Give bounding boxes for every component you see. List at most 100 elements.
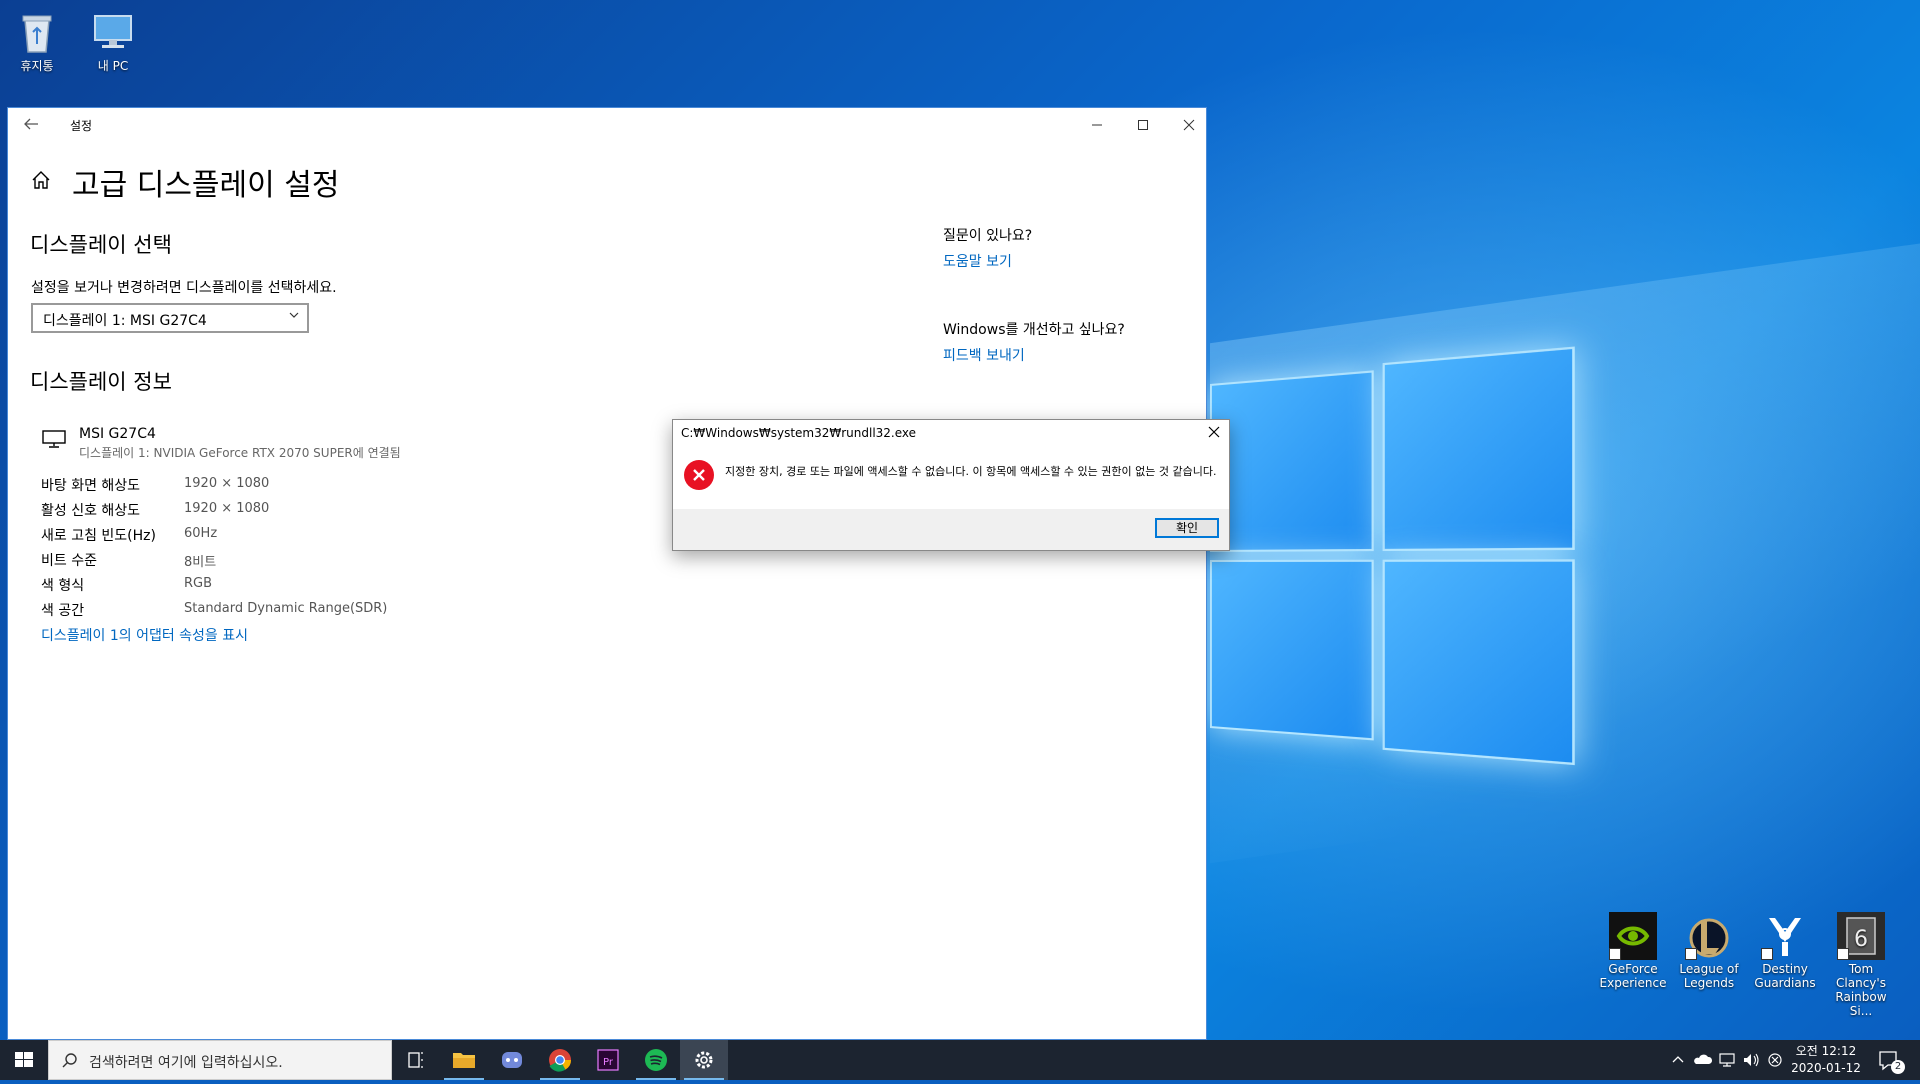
error-icon: [684, 460, 714, 490]
discord-icon: [502, 1052, 522, 1068]
game-label: Destiny Guardians: [1754, 962, 1816, 990]
maximize-button[interactable]: [1120, 108, 1166, 142]
rainbow-six-shortcut[interactable]: 6 Tom Clancy's Rainbow Si...: [1823, 912, 1899, 1018]
dialog-title: C:₩Windows₩system32₩rundll32.exe: [681, 426, 917, 440]
settings-window: 설정 고급 디스플레이 설정 디스플레이 선택 설정을 보거나 변경하려면 디스…: [7, 107, 1207, 1040]
taskbar-spotify[interactable]: [632, 1040, 680, 1080]
info-value: 1920 × 1080: [184, 476, 270, 491]
info-label: 새로 고침 빈도(Hz): [41, 528, 156, 544]
league-of-legends-shortcut[interactable]: League of Legends: [1671, 912, 1747, 990]
notification-icon: [1879, 1051, 1897, 1071]
minimize-button[interactable]: [1074, 108, 1120, 142]
svg-text:Pr: Pr: [603, 1057, 614, 1068]
display-dropdown-value: 디스플레이 1: MSI G27C4: [43, 313, 207, 329]
taskbar-file-explorer[interactable]: [440, 1040, 488, 1080]
chevron-down-icon: [289, 312, 299, 318]
taskbar: 검색하려면 여기에 입력하십시오. Pr 오전 12:12 2020-01-12…: [0, 1040, 1920, 1080]
shortcut-arrow-icon: [1761, 948, 1773, 960]
help-question: 질문이 있나요?: [943, 228, 1033, 244]
dialog-footer: 확인: [673, 509, 1229, 550]
clock-time: 오전 12:12: [1795, 1044, 1857, 1058]
ime-tray[interactable]: [1764, 1040, 1786, 1080]
destiny-shortcut[interactable]: Destiny Guardians: [1747, 912, 1823, 990]
improve-question: Windows를 개선하고 싶나요?: [943, 322, 1125, 338]
network-tray[interactable]: [1716, 1040, 1738, 1080]
chevron-up-icon: [1672, 1056, 1684, 1063]
display-info-heading: 디스플레이 정보: [30, 370, 172, 394]
computer-icon: [89, 8, 137, 56]
taskbar-premiere-pro[interactable]: Pr: [584, 1040, 632, 1080]
chrome-icon: [549, 1049, 571, 1072]
this-pc-desktop-icon[interactable]: 내 PC: [74, 8, 152, 73]
action-center-button[interactable]: 2: [1868, 1040, 1908, 1080]
rainbow-six-icon: 6: [1837, 912, 1885, 960]
taskbar-chrome[interactable]: [536, 1040, 584, 1080]
geforce-experience-icon: [1609, 912, 1657, 960]
taskbar-search-box[interactable]: 검색하려면 여기에 입력하십시오.: [48, 1040, 392, 1080]
display-select-description: 설정을 보거나 변경하려면 디스플레이를 선택하세요.: [31, 280, 337, 296]
close-button[interactable]: [1166, 108, 1212, 142]
this-pc-label: 내 PC: [97, 59, 129, 73]
monitor-icon: [42, 430, 66, 448]
back-arrow-icon[interactable]: [22, 115, 44, 135]
info-label: 색 형식: [41, 578, 85, 594]
recycle-bin-desktop-icon[interactable]: 휴지통: [0, 8, 76, 73]
info-value: 1920 × 1080: [184, 501, 270, 516]
search-icon: [62, 1053, 77, 1068]
x-circle-icon: [1768, 1053, 1782, 1067]
geforce-experience-shortcut[interactable]: GeForce Experience: [1595, 912, 1671, 990]
display-select-heading: 디스플레이 선택: [30, 233, 172, 257]
info-value: RGB: [184, 576, 213, 591]
destiny-icon: [1761, 912, 1809, 960]
info-label: 비트 수준: [41, 553, 97, 569]
league-of-legends-icon: [1685, 912, 1733, 960]
dialog-message: 지정한 장치, 경로 또는 파일에 액세스할 수 없습니다. 이 항목에 액세스…: [725, 465, 1217, 478]
taskbar-settings[interactable]: [680, 1040, 728, 1080]
task-view-button[interactable]: [392, 1040, 440, 1080]
monitor-connection: 디스플레이 1: NVIDIA GeForce RTX 2070 SUPER에 …: [79, 446, 401, 460]
gear-icon: [695, 1051, 713, 1069]
game-label: Tom Clancy's Rainbow Si...: [1835, 962, 1887, 1018]
adapter-properties-link[interactable]: 디스플레이 1의 어댑터 속성을 표시: [41, 625, 248, 645]
volume-tray[interactable]: [1740, 1040, 1762, 1080]
info-value: 60Hz: [184, 526, 218, 541]
task-view-icon: [408, 1052, 423, 1068]
onedrive-tray[interactable]: [1692, 1040, 1714, 1080]
folder-icon: [453, 1053, 475, 1068]
search-placeholder: 검색하려면 여기에 입력하십시오.: [89, 1055, 283, 1071]
taskbar-discord[interactable]: [488, 1040, 536, 1080]
shortcut-arrow-icon: [1837, 948, 1849, 960]
info-value: 8비트: [184, 555, 217, 570]
game-label: GeForce Experience: [1599, 962, 1667, 990]
title-bar: 설정: [8, 108, 1206, 142]
windows-logo-wallpaper: [1210, 346, 1577, 774]
recycle-bin-label: 휴지통: [20, 59, 54, 73]
notification-badge: 2: [1891, 1060, 1905, 1074]
dialog-close-button[interactable]: [1203, 422, 1225, 442]
speaker-icon: [1744, 1053, 1759, 1067]
premiere-pro-icon: Pr: [597, 1049, 619, 1071]
show-hidden-icons-button[interactable]: [1668, 1040, 1688, 1080]
feedback-link[interactable]: 피드백 보내기: [943, 345, 1025, 365]
clock-date: 2020-01-12: [1791, 1061, 1861, 1075]
info-label: 바탕 화면 해상도: [41, 478, 141, 494]
error-dialog: C:₩Windows₩system32₩rundll32.exe 지정한 장치,…: [672, 419, 1230, 551]
window-title: 설정: [70, 119, 93, 133]
ok-button[interactable]: 확인: [1155, 518, 1219, 538]
info-label: 활성 신호 해상도: [41, 503, 141, 519]
shortcut-arrow-icon: [1685, 948, 1697, 960]
spotify-icon: [645, 1049, 667, 1071]
display-dropdown[interactable]: 디스플레이 1: MSI G27C4: [31, 303, 309, 333]
page-title: 고급 디스플레이 설정: [72, 168, 340, 203]
monitor-name: MSI G27C4: [79, 426, 156, 442]
shortcut-arrow-icon: [1609, 948, 1621, 960]
cloud-icon: [1694, 1054, 1713, 1064]
taskbar-clock[interactable]: 오전 12:12 2020-01-12: [1790, 1043, 1862, 1077]
recycle-bin-icon: [13, 8, 61, 56]
network-icon: [1719, 1053, 1735, 1067]
start-button[interactable]: [0, 1040, 48, 1080]
help-link[interactable]: 도움말 보기: [943, 251, 1012, 271]
svg-text:6: 6: [1854, 927, 1868, 952]
home-icon[interactable]: [30, 169, 52, 191]
info-label: 색 공간: [41, 603, 85, 619]
